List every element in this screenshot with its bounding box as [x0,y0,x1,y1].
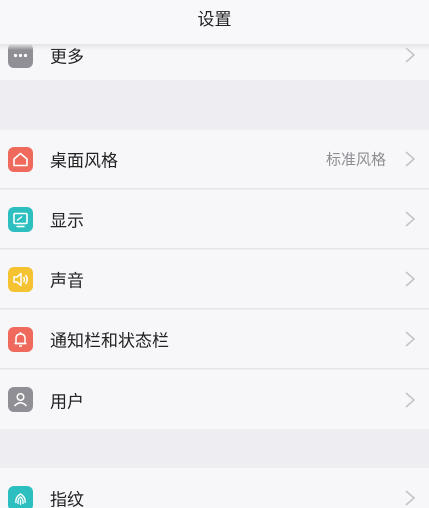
sound-icon [8,266,33,292]
settings-item-label: 指纹 [50,490,84,508]
settings-item-sound[interactable]: 声音 [0,250,429,309]
header: 设置 [0,0,429,44]
settings-item-desktop-style[interactable]: 桌面风格 标准风格 [0,130,429,189]
settings-item-notifications[interactable]: 通知栏和状态栏 [0,310,429,369]
section-gap [0,80,429,130]
fingerprint-icon [8,485,33,508]
page-title: 设置 [197,10,232,30]
chevron-right-icon [403,489,417,507]
section-gap [0,429,429,468]
settings-item-label: 显示 [50,211,84,232]
settings-item-label: 用户 [50,392,84,412]
chevron-right-icon [403,391,417,409]
display-icon [8,206,33,232]
chevron-right-icon [403,210,417,228]
settings-screen: 设置 更多 桌面风格 标准风格 显示 声音 通知栏和状态栏 用户 指纹 [0,0,429,508]
settings-item-label: 声音 [50,271,84,292]
header-shadow [0,44,429,50]
chevron-right-icon [403,150,417,168]
settings-item-value: 标准风格 [325,150,386,169]
chevron-right-icon [403,330,417,348]
settings-item-label: 桌面风格 [50,151,118,172]
settings-item-user[interactable]: 用户 [0,370,429,429]
home-icon [8,146,33,172]
bell-icon [8,326,33,352]
settings-item-display[interactable]: 显示 [0,190,429,249]
chevron-right-icon [403,270,417,288]
user-icon [8,387,33,412]
settings-item-label: 通知栏和状态栏 [50,331,169,352]
settings-item-fingerprint[interactable]: 指纹 [0,468,429,508]
